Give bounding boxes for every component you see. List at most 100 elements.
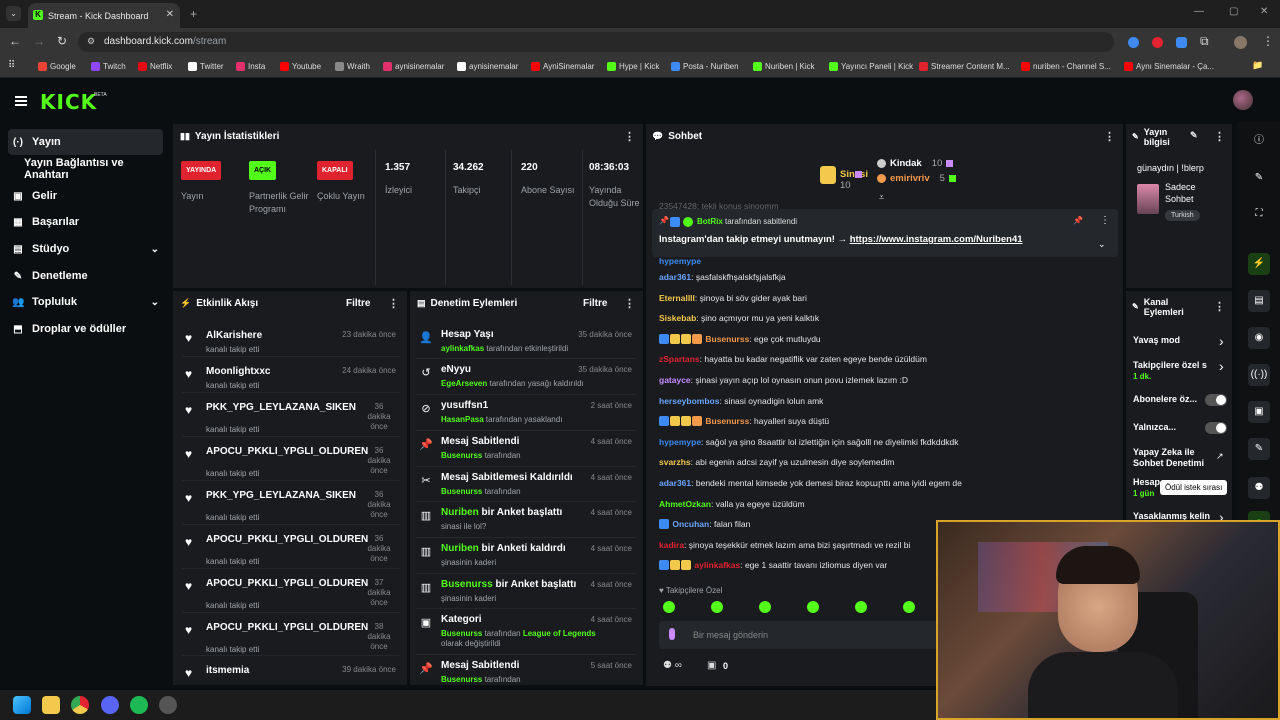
chat-username[interactable]: herseybombos bbox=[659, 396, 719, 406]
chat-username[interactable]: AhmetOzkan bbox=[659, 499, 711, 509]
chat-username[interactable]: aylinkafkas bbox=[694, 560, 740, 570]
sidebar-item-stream-key[interactable]: Yayın Bağlantısı ve Anahtarı bbox=[8, 156, 163, 182]
wrench-icon[interactable]: ✎ bbox=[1248, 438, 1270, 460]
moderator-name[interactable]: Busenurss bbox=[441, 629, 482, 638]
chat-username[interactable]: kadira bbox=[659, 540, 684, 550]
info-icon[interactable]: ⓘ bbox=[1248, 130, 1270, 152]
emote-icon[interactable] bbox=[903, 601, 915, 613]
chat-username[interactable]: svarzhs bbox=[659, 457, 691, 467]
address-bar[interactable]: ⚙ dashboard.kick.com/stream bbox=[78, 32, 1114, 52]
moderation-more-icon[interactable]: ⋮ bbox=[624, 297, 635, 310]
site-info-icon[interactable]: ⚙ bbox=[87, 36, 95, 47]
chat-username[interactable]: Oncuhan bbox=[672, 519, 709, 529]
stats-more-icon[interactable]: ⋮ bbox=[624, 130, 635, 143]
bookmark-item[interactable]: Twitch bbox=[91, 62, 126, 71]
bookmark-item[interactable]: Yayıncı Paneli | Kick bbox=[829, 62, 913, 71]
follower-name[interactable]: PKK_YPG_LEYLAZANA_SIKEN bbox=[206, 490, 356, 501]
reload-icon[interactable]: ↻ bbox=[57, 34, 67, 48]
sidebar-item-topluluk[interactable]: 👥 Topluluk ⌄ bbox=[8, 289, 163, 315]
moderator-name[interactable]: Nuriben bbox=[441, 543, 479, 554]
leaderboard-entry[interactable]: Kindak 10 bbox=[877, 158, 954, 169]
expand-pinned-icon[interactable]: ⌄ bbox=[1098, 239, 1106, 250]
follower-name[interactable]: APOCU_PKKLI_YPGLI_OLDUREN bbox=[206, 446, 368, 457]
chat-username[interactable]: hypemype bbox=[659, 437, 701, 447]
chat-users-icon[interactable]: ⚉ ∞ bbox=[663, 660, 682, 671]
activity-more-icon[interactable]: ⋮ bbox=[388, 297, 399, 310]
channel-action-item[interactable]: Yalnızca... bbox=[1133, 422, 1215, 433]
extension-icon[interactable] bbox=[1152, 37, 1163, 48]
emote-icon[interactable] bbox=[855, 601, 867, 613]
chat-username[interactable]: Siskebab bbox=[659, 313, 696, 323]
follower-name[interactable]: APOCU_PKKLI_YPGLI_OLDUREN bbox=[206, 578, 368, 589]
toggle-switch[interactable] bbox=[1205, 422, 1227, 434]
moderator-name[interactable]: Busenurss bbox=[441, 579, 493, 590]
follower-name[interactable]: PKK_YPG_LEYLAZANA_SIKEN bbox=[206, 402, 356, 413]
channel-action-item[interactable]: Abonelere öz... bbox=[1133, 394, 1215, 405]
pencil-icon[interactable]: ✎ bbox=[1248, 167, 1270, 189]
chevron-down-icon[interactable]: ⌄ bbox=[151, 244, 159, 255]
moderator-name[interactable]: Busenurss bbox=[441, 487, 482, 496]
channel-action-item[interactable]: Yapay Zeka ile Sohbet Denetimi bbox=[1133, 447, 1215, 469]
bookmark-item[interactable]: Nuriben | Kick bbox=[753, 62, 815, 71]
bookmark-item[interactable]: Netflix bbox=[138, 62, 172, 71]
emote-icon[interactable] bbox=[711, 601, 723, 613]
external-link-icon[interactable]: ↗ bbox=[1216, 451, 1224, 462]
bookmark-item[interactable]: Google bbox=[38, 62, 76, 71]
user-avatar[interactable] bbox=[1233, 90, 1253, 110]
kick-logo[interactable]: KICK bbox=[40, 90, 97, 114]
follower-name[interactable]: AlKarishere bbox=[206, 330, 262, 341]
category-name[interactable]: League of Legends bbox=[523, 629, 596, 638]
moderator-name[interactable]: aylinkafkas bbox=[441, 344, 484, 353]
maximize-window-icon[interactable]: ▢ bbox=[1229, 6, 1238, 17]
broadcast-icon[interactable]: ((·)) bbox=[1248, 364, 1270, 386]
bookmark-item[interactable]: Insta bbox=[236, 62, 265, 71]
minimize-window-icon[interactable]: — bbox=[1194, 6, 1204, 17]
chat-username[interactable]: gatayce bbox=[659, 375, 691, 385]
chat-username[interactable]: Eternallll bbox=[659, 293, 695, 303]
leaderboard-entry[interactable]: emirivriv 5 bbox=[877, 173, 956, 184]
moderator-name[interactable]: Busenurss bbox=[441, 675, 482, 684]
bookmark-item[interactable]: aynisinemalar bbox=[457, 62, 518, 71]
chat-icon[interactable]: ◉ bbox=[1248, 327, 1270, 349]
target-icon[interactable]: ⛶ bbox=[1248, 203, 1270, 225]
chat-username[interactable]: Busenurss bbox=[705, 416, 749, 426]
apps-grid-icon[interactable]: ⠿ bbox=[8, 60, 15, 71]
moderator-name[interactable]: HasanPasa bbox=[441, 415, 484, 424]
spotify-icon[interactable] bbox=[130, 696, 148, 714]
profile-icon[interactable] bbox=[1234, 36, 1247, 49]
stream-info-more-icon[interactable]: ⋮ bbox=[1214, 130, 1225, 143]
new-tab-button[interactable]: + bbox=[190, 7, 197, 21]
extension-icon[interactable] bbox=[1128, 37, 1139, 48]
channel-action-item[interactable]: Takipçilere özel s 1 dk. bbox=[1133, 360, 1215, 382]
bookmark-item[interactable]: AyniSinemalar bbox=[531, 62, 594, 71]
collapse-leaderboard-icon[interactable]: ⩡ bbox=[879, 192, 884, 203]
chevron-right-icon[interactable]: › bbox=[1219, 333, 1224, 349]
bookmark-item[interactable]: Wraith bbox=[335, 62, 370, 71]
follower-name[interactable]: itsmemia bbox=[206, 665, 249, 676]
chat-more-icon[interactable]: ⋮ bbox=[1104, 130, 1115, 143]
toggle-switch[interactable] bbox=[1205, 394, 1227, 406]
edit-info-icon[interactable]: ✎ bbox=[1190, 130, 1198, 141]
bolt-icon[interactable]: ⚡ bbox=[1248, 253, 1270, 275]
steam-icon[interactable] bbox=[159, 696, 177, 714]
sidebar-item-yayin[interactable]: (·) Yayın bbox=[8, 129, 163, 155]
chevron-down-icon[interactable]: ⌄ bbox=[151, 297, 159, 308]
clipboard-icon[interactable]: ▤ bbox=[1248, 290, 1270, 312]
pinned-link[interactable]: https://www.instagram.com/Nuriben41 bbox=[850, 234, 1023, 245]
menu-icon[interactable]: ⋮ bbox=[1262, 34, 1274, 48]
hamburger-menu-icon[interactable] bbox=[15, 96, 27, 106]
mic-icon[interactable] bbox=[669, 628, 675, 640]
chrome-icon[interactable] bbox=[71, 696, 89, 714]
bookmark-item[interactable]: aynisinemalar bbox=[383, 62, 444, 71]
all-bookmarks-icon[interactable]: 📁 bbox=[1252, 60, 1263, 71]
moderator-name[interactable]: EgeArseven bbox=[441, 379, 487, 388]
sidebar-item-studyo[interactable]: ▤ Stüdyo ⌄ bbox=[8, 236, 163, 262]
sidebar-item-denetleme[interactable]: ✎ Denetleme bbox=[8, 263, 163, 289]
browser-tab-active[interactable]: K Stream - Kick Dashboard ✕ bbox=[28, 3, 180, 28]
bookmark-item[interactable]: Youtube bbox=[280, 62, 321, 71]
bookmark-item[interactable]: Twitter bbox=[188, 62, 224, 71]
follower-name[interactable]: APOCU_PKKLI_YPGLI_OLDUREN bbox=[206, 534, 368, 545]
file-explorer-icon[interactable] bbox=[42, 696, 60, 714]
layout-icon[interactable]: ▣ bbox=[1248, 401, 1270, 423]
forward-icon[interactable]: → bbox=[33, 34, 45, 48]
